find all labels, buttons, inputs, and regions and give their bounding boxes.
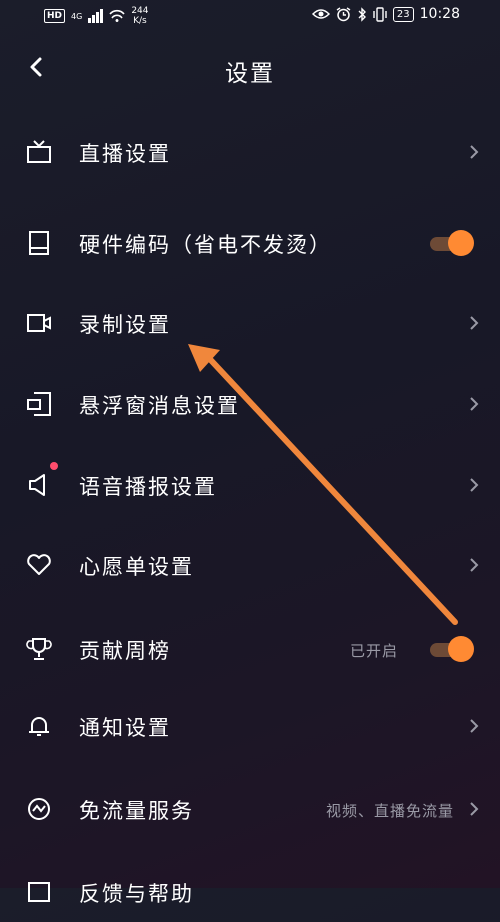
settings-row-label: 直播设置 xyxy=(79,142,171,166)
bell-icon xyxy=(29,717,49,736)
settings-row-feedback[interactable]: 反馈与帮助 xyxy=(0,862,500,922)
settings-row-label: 录制设置 xyxy=(79,313,171,337)
weekly-ranking-toggle[interactable] xyxy=(428,634,474,664)
settings-row-voice-broadcast[interactable]: 语音播报设置 xyxy=(0,455,500,515)
status-bar: HD 4G 244 K/s 23 10:28 xyxy=(0,0,500,34)
chevron-right-icon xyxy=(470,558,479,572)
settings-row-label: 悬浮窗消息设置 xyxy=(79,394,240,418)
hd-indicator: HD xyxy=(44,9,66,23)
network-speed: 244 K/s xyxy=(131,6,148,26)
status-bar-left: HD 4G 244 K/s xyxy=(44,6,149,26)
clock: 10:28 xyxy=(419,6,460,22)
status-bar-right: 23 10:28 xyxy=(311,6,460,22)
device-icon xyxy=(29,231,49,255)
data-free-status: 视频、直播免流量 xyxy=(325,802,454,820)
settings-row-label: 反馈与帮助 xyxy=(79,882,194,906)
settings-row-notifications[interactable]: 通知设置 xyxy=(0,696,500,756)
signal-icon xyxy=(88,9,104,23)
settings-row-floating-window[interactable]: 悬浮窗消息设置 xyxy=(0,374,500,434)
video-camera-icon xyxy=(27,314,51,332)
settings-row-label: 免流量服务 xyxy=(79,799,194,823)
settings-row-label: 语音播报设置 xyxy=(79,475,217,499)
chevron-right-icon xyxy=(470,316,479,330)
network-speed-unit: K/s xyxy=(133,16,147,26)
settings-row-label: 贡献周榜 xyxy=(79,639,171,663)
chevron-right-icon xyxy=(470,719,479,733)
chevron-right-icon xyxy=(470,145,479,159)
settings-row-label: 通知设置 xyxy=(79,716,171,740)
hardware-encoding-toggle[interactable] xyxy=(428,228,474,258)
settings-row-weekly-ranking: 贡献周榜 已开启 xyxy=(0,619,500,679)
settings-row-label: 心愿单设置 xyxy=(79,555,194,579)
floating-window-icon xyxy=(27,392,51,416)
hotspot-icon xyxy=(109,9,125,22)
speaker-icon xyxy=(29,474,45,496)
settings-row-hardware-encoding: 硬件编码（省电不发烫） xyxy=(0,213,500,273)
nav-bar: 设置 xyxy=(0,44,500,94)
settings-row-live[interactable]: 直播设置 xyxy=(0,122,500,182)
heart-icon xyxy=(27,554,51,575)
data-free-icon xyxy=(28,798,50,820)
network-speed-value: 244 xyxy=(131,6,149,16)
chevron-right-icon xyxy=(470,397,479,411)
notification-dot xyxy=(50,462,58,470)
settings-row-recording[interactable]: 录制设置 xyxy=(0,293,500,353)
vibrate-icon xyxy=(373,6,387,22)
toggle-knob xyxy=(448,636,474,662)
settings-row-wishlist[interactable]: 心愿单设置 xyxy=(0,535,500,595)
weekly-ranking-status: 已开启 xyxy=(349,642,398,660)
tv-icon xyxy=(27,140,51,163)
alarm-icon xyxy=(336,6,351,21)
settings-row-data-free[interactable]: 免流量服务 视频、直播免流量 xyxy=(0,779,500,839)
battery-indicator: 23 xyxy=(392,6,414,22)
network-type: 4G xyxy=(71,11,83,21)
feedback-icon xyxy=(28,882,50,902)
bluetooth-icon xyxy=(358,6,366,22)
settings-row-label: 硬件编码（省电不发烫） xyxy=(79,233,332,257)
chevron-right-icon xyxy=(470,478,479,492)
page-title: 设置 xyxy=(225,61,275,87)
trophy-icon xyxy=(26,638,52,660)
chevron-right-icon xyxy=(470,802,479,816)
toggle-knob xyxy=(448,230,474,256)
eye-icon xyxy=(311,9,330,19)
